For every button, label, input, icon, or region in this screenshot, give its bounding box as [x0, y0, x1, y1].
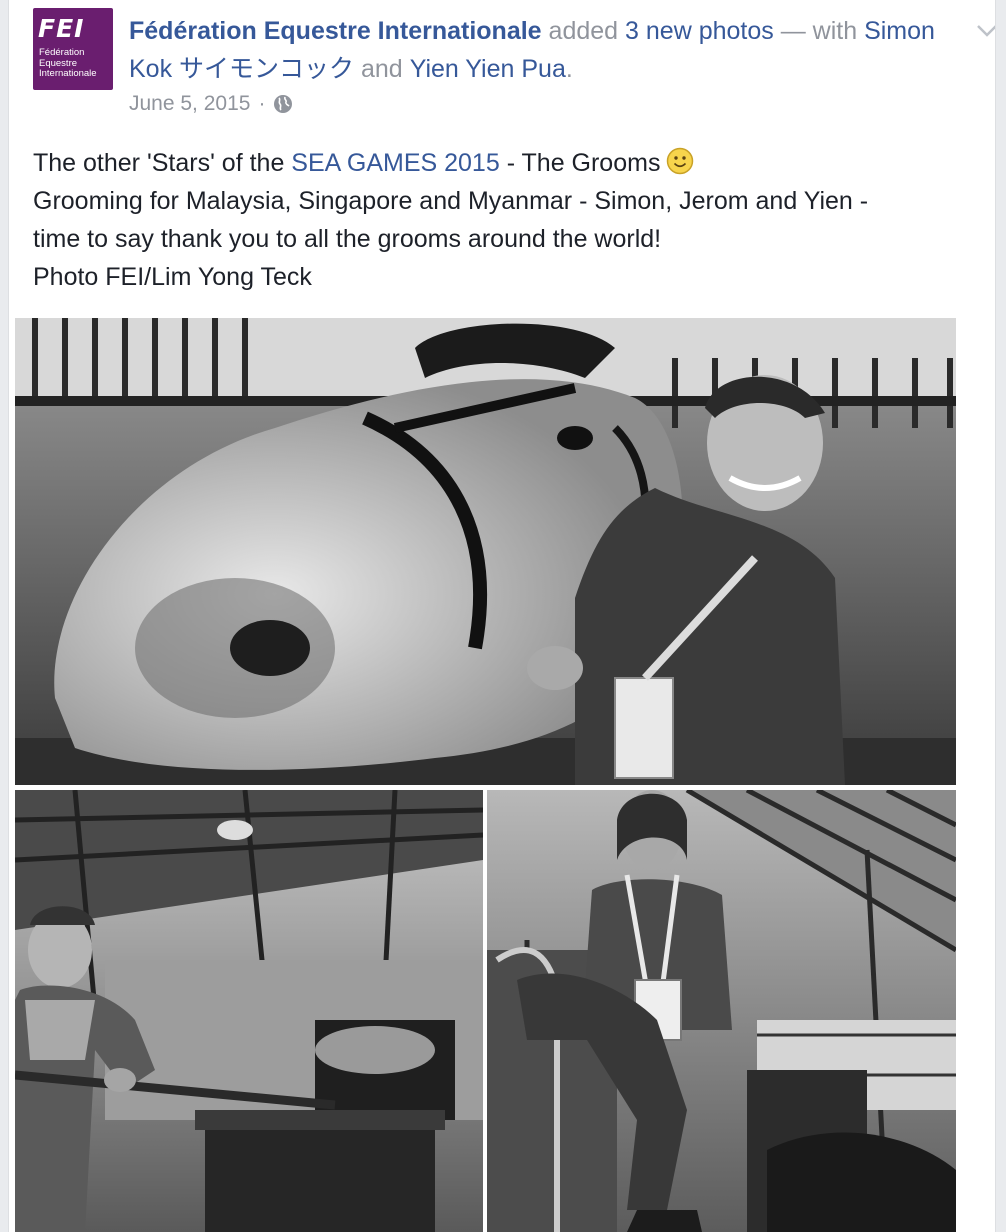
message-line-1-suffix: - The Grooms: [499, 149, 661, 177]
post-message: The other 'Stars' of the SEA GAMES 2015 …: [33, 144, 983, 296]
page-name-link[interactable]: Fédération Equestre Internationale: [129, 17, 542, 45]
message-line-2: Grooming for Malaysia, Singapore and Mya…: [33, 187, 869, 215]
meta-separator: ·: [258, 92, 266, 115]
message-line-1: The other 'Stars' of the SEA GAMES 2015 …: [33, 144, 983, 182]
and-text: and: [360, 55, 403, 83]
fei-logo-subtitle: Fédération Equestre Internationale: [39, 47, 97, 79]
photos-link[interactable]: 3 new photos: [625, 17, 774, 45]
smiley-icon: [666, 147, 694, 175]
groom-with-shovel-photo[interactable]: [15, 790, 483, 1232]
post-card: FEI Fédération Equestre Internationale F…: [8, 0, 996, 1232]
groom-with-horse-photo[interactable]: [15, 318, 956, 785]
post-header: FEI Fédération Equestre Internationale F…: [33, 8, 995, 118]
message-line-1-prefix: The other 'Stars' of the: [33, 149, 292, 177]
tagged-user-yien-link[interactable]: Yien Yien Pua: [410, 55, 566, 83]
message-line-3: time to say thank you to all the grooms …: [33, 225, 662, 253]
chevron-down-icon[interactable]: [975, 22, 995, 40]
dash-separator: —: [780, 17, 806, 45]
headline-period: .: [565, 55, 573, 83]
sea-games-link[interactable]: SEA GAMES 2015: [291, 149, 499, 177]
page-avatar[interactable]: FEI Fédération Equestre Internationale: [33, 8, 113, 90]
globe-icon[interactable]: [273, 94, 293, 114]
fei-logo-mark: FEI: [38, 14, 85, 43]
timestamp-link[interactable]: June 5, 2015: [129, 90, 250, 118]
post-headline: Fédération Equestre Internationale added…: [129, 12, 949, 88]
with-text: with: [812, 17, 858, 45]
post-meta: June 5, 2015 ·: [129, 90, 293, 118]
action-text: added: [548, 17, 619, 45]
message-line-4: Photo FEI/Lim Yong Teck: [33, 263, 312, 291]
groom-in-stable-photo[interactable]: [487, 790, 956, 1232]
